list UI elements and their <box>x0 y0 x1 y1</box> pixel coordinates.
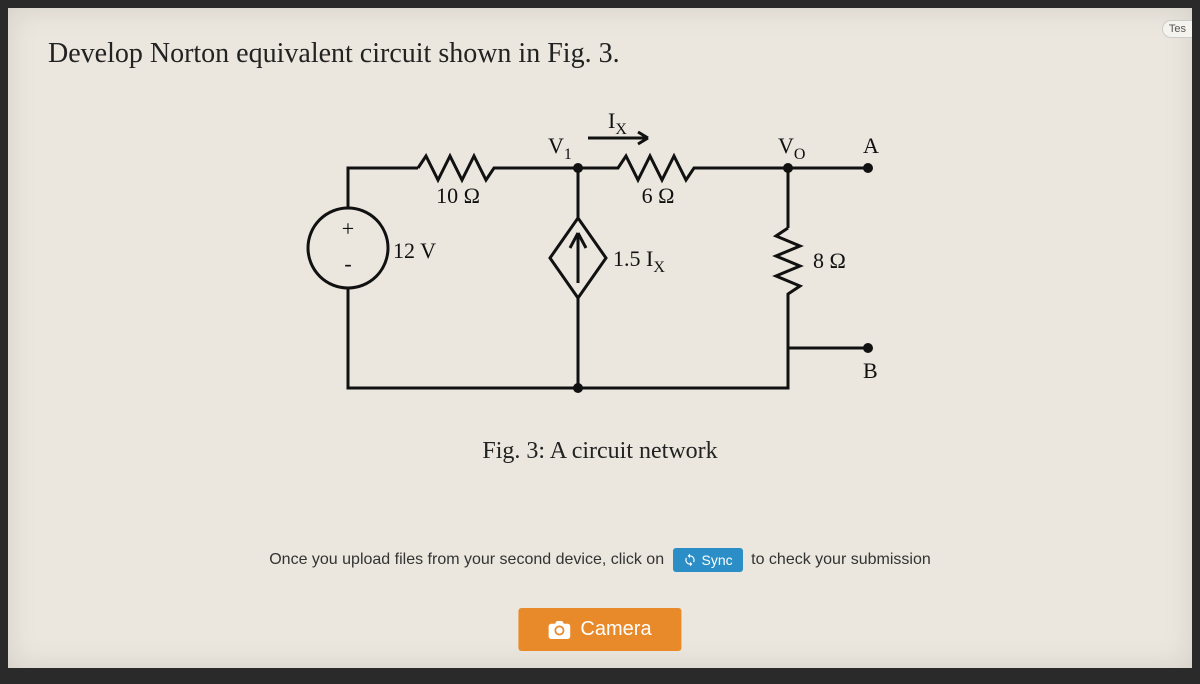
ix-label: IX <box>608 108 627 138</box>
sync-label: Sync <box>702 552 733 568</box>
source-plus-label: + <box>342 216 354 241</box>
camera-icon <box>548 621 570 639</box>
source-voltage-label: 12 V <box>393 238 436 263</box>
vo-label: VO <box>778 133 805 163</box>
sync-icon <box>683 553 697 567</box>
dep-source-label: 1.5 IX <box>613 246 665 276</box>
circuit-diagram: + - 12 V 1.5 IX IX 10 Ω 6 Ω 8 Ω V1 VO A … <box>288 108 928 428</box>
upload-instruction: Once you upload files from your second d… <box>8 548 1192 572</box>
node-b-label: B <box>863 358 878 383</box>
corner-tag: Tes <box>1162 20 1192 38</box>
instruction-after: to check your submission <box>751 551 931 568</box>
page-content: Tes Develop Norton equivalent circuit sh… <box>8 8 1192 668</box>
r1-label: 10 Ω <box>436 183 480 208</box>
camera-button[interactable]: Camera <box>518 608 681 651</box>
source-minus-label: - <box>344 251 351 276</box>
question-text: Develop Norton equivalent circuit shown … <box>8 8 1192 70</box>
figure-caption: Fig. 3: A circuit network <box>8 438 1192 465</box>
r2-label: 6 Ω <box>642 183 675 208</box>
v1-label: V1 <box>548 133 572 163</box>
instruction-before: Once you upload files from your second d… <box>269 551 664 568</box>
rload-label: 8 Ω <box>813 248 846 273</box>
sync-button[interactable]: Sync <box>673 548 743 572</box>
camera-label: Camera <box>580 618 651 641</box>
node-a-label: A <box>863 133 879 158</box>
